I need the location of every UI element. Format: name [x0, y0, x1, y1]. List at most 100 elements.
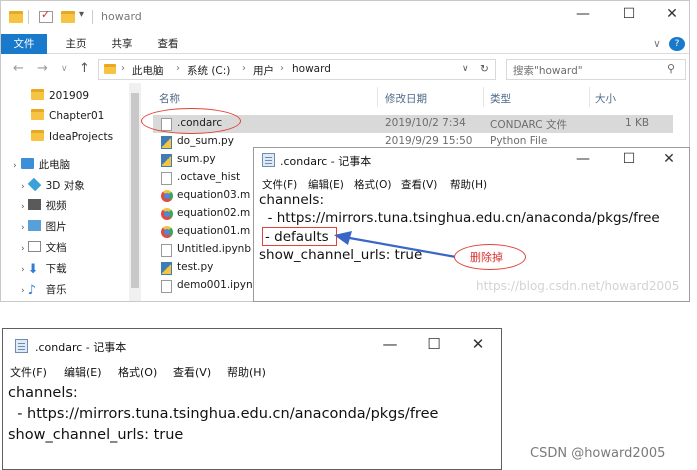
menu-format[interactable]: 格式(O): [118, 364, 157, 380]
column-divider[interactable]: [377, 87, 378, 107]
menu-help[interactable]: 帮助(H): [227, 364, 266, 380]
sidebar-item-label: Chapter01: [49, 110, 105, 122]
help-icon[interactable]: ?: [669, 37, 685, 51]
explorer-titlebar: ▾ howard — ☐ ✕: [1, 1, 689, 34]
titlebar-divider: [92, 10, 93, 24]
csdn-watermark: CSDN @howard2005: [530, 446, 666, 461]
file-date: 2019/10/2 7:34: [385, 117, 466, 129]
column-header-size[interactable]: 大小: [595, 91, 616, 106]
computer-icon: [20, 158, 34, 169]
new-folder-icon[interactable]: [61, 11, 75, 23]
video-icon: [27, 199, 41, 210]
minimize-button[interactable]: —: [375, 335, 405, 353]
search-input[interactable]: 搜索"howard": [513, 63, 583, 78]
arrow-shaft: [343, 235, 457, 259]
file-name: equation01.m: [177, 225, 251, 237]
column-divider[interactable]: [483, 87, 484, 107]
ribbon-tabs: 文件 主页 共享 查看 ∨ ?: [1, 34, 689, 54]
breadcrumb-separator: ›: [121, 63, 125, 74]
chrome-file-icon: [161, 190, 173, 202]
sidebar-item-chapter01[interactable]: Chapter01: [31, 107, 104, 125]
sidebar-item-label: 音乐: [45, 284, 67, 296]
address-dropdown-icon[interactable]: ∨: [462, 64, 469, 74]
text-line: channels:: [8, 385, 78, 401]
properties-icon[interactable]: [39, 8, 53, 23]
quick-access-dropdown-icon[interactable]: ▾: [79, 9, 84, 20]
forward-arrow-icon[interactable]: →: [37, 61, 48, 76]
folder-icon: [31, 109, 44, 120]
minimize-button[interactable]: —: [568, 6, 598, 22]
sidebar-item-label: 视频: [45, 200, 67, 212]
file-name: .octave_hist: [177, 171, 241, 183]
search-box[interactable]: 搜索"howard" ⚲: [506, 59, 686, 80]
sidebar-item-pictures[interactable]: › 图片: [21, 218, 67, 236]
sidebar-item-label: 此电脑: [38, 159, 71, 171]
highlight-oval: [141, 108, 241, 134]
breadcrumb-separator: ›: [176, 63, 180, 74]
file-name: test.py: [177, 261, 214, 273]
breadcrumb-this-pc[interactable]: 此电脑: [132, 63, 164, 78]
menu-view[interactable]: 查看(V): [173, 364, 211, 380]
sidebar-item-ideaprojects[interactable]: IdeaProjects: [31, 128, 113, 146]
sidebar-item-videos[interactable]: › 视频: [21, 197, 67, 215]
close-button[interactable]: ✕: [463, 335, 493, 353]
nav-scrollbar-thumb[interactable]: [131, 93, 139, 288]
address-bar[interactable]: › 此电脑 › 系统 (C:) › 用户 › howard ∨ ↻: [98, 59, 496, 80]
expand-chevron-icon[interactable]: ›: [21, 244, 25, 254]
ribbon-expand-icon[interactable]: ∨: [649, 34, 665, 54]
maximize-button[interactable]: ☐: [614, 151, 644, 167]
column-header-name[interactable]: 名称: [159, 91, 180, 106]
column-divider[interactable]: [589, 87, 590, 107]
recent-locations-icon[interactable]: ∨: [61, 64, 68, 74]
arrow-head-icon: [334, 231, 352, 245]
folder-icon: [31, 130, 44, 141]
minimize-button[interactable]: —: [568, 151, 598, 167]
highlight-box: [262, 227, 337, 246]
refresh-icon[interactable]: ↻: [480, 63, 489, 75]
address-row: ← → ∨ ↑ › 此电脑 › 系统 (C:) › 用户 › howard ∨ …: [1, 57, 689, 83]
tab-home[interactable]: 主页: [58, 34, 94, 54]
navigation-pane: 201909 Chapter01 IdeaProjects › 此电脑 › 3D 对…: [1, 83, 141, 301]
pictures-icon: [27, 220, 41, 231]
sidebar-item-201909[interactable]: 201909: [31, 87, 89, 105]
file-date: 2019/9/29 15:50: [385, 135, 473, 147]
expand-chevron-icon[interactable]: ›: [21, 182, 25, 192]
up-arrow-icon[interactable]: ↑: [79, 61, 90, 76]
tab-share[interactable]: 共享: [104, 34, 140, 54]
close-button[interactable]: ✕: [657, 6, 687, 22]
notepad-window-result: .condarc - 记事本 — ☐ ✕ 文件(F) 编辑(E) 格式(O) 查…: [2, 328, 502, 470]
sidebar-item-downloads[interactable]: › ⬇ 下载: [21, 260, 67, 278]
file-name: Untitled.ipynb: [177, 243, 251, 255]
sidebar-item-music[interactable]: › ♪ 音乐: [21, 281, 67, 299]
file-name: demo001.ipynb: [177, 279, 260, 291]
expand-chevron-icon[interactable]: ›: [21, 202, 25, 212]
download-icon: ⬇: [27, 262, 39, 277]
maximize-button[interactable]: ☐: [614, 6, 644, 22]
tab-view[interactable]: 查看: [150, 34, 186, 54]
breadcrumb-system-c[interactable]: 系统 (C:): [187, 63, 230, 78]
breadcrumb-users[interactable]: 用户: [253, 63, 274, 78]
expand-chevron-icon[interactable]: ›: [13, 161, 17, 171]
sidebar-item-3d-objects[interactable]: › 3D 对象: [21, 177, 85, 195]
column-header-type[interactable]: 类型: [490, 91, 511, 106]
folder-icon: [9, 11, 23, 23]
menu-file[interactable]: 文件(F): [10, 364, 47, 380]
breadcrumb-howard[interactable]: howard: [292, 63, 331, 75]
menu-edit[interactable]: 编辑(E): [64, 364, 102, 380]
titlebar-divider: [28, 10, 29, 24]
column-header-date[interactable]: 修改日期: [385, 91, 427, 106]
back-arrow-icon[interactable]: ←: [13, 61, 24, 76]
expand-chevron-icon[interactable]: ›: [21, 223, 25, 233]
window-title: .condarc - 记事本: [35, 341, 127, 354]
expand-chevron-icon[interactable]: ›: [21, 286, 25, 296]
close-button[interactable]: ✕: [654, 151, 684, 167]
text-editor[interactable]: channels: - https://mirrors.tuna.tsinghu…: [3, 384, 501, 469]
sidebar-item-documents[interactable]: › 文档: [21, 239, 67, 257]
expand-chevron-icon[interactable]: ›: [21, 265, 25, 275]
window-title: howard: [101, 10, 142, 23]
maximize-button[interactable]: ☐: [419, 335, 449, 353]
tab-file[interactable]: 文件: [1, 34, 47, 54]
file-name: do_sum.py: [177, 135, 234, 147]
sidebar-item-this-pc[interactable]: › 此电脑: [13, 156, 70, 174]
text-line: - https://mirrors.tuna.tsinghua.edu.cn/a…: [259, 210, 660, 226]
